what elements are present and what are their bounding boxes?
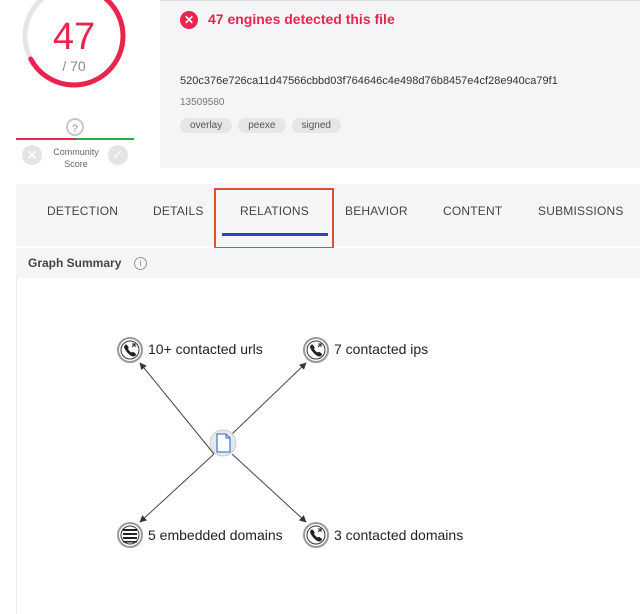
phone-icon[interactable]: [303, 337, 329, 363]
file-icon[interactable]: [209, 429, 237, 457]
phone-icon[interactable]: [117, 337, 143, 363]
node-label-contacted-ips[interactable]: 7 contacted ips: [334, 341, 428, 357]
edge-domains: [231, 453, 307, 523]
edge-urls: [139, 362, 215, 455]
node-label-embedded-domains[interactable]: 5 embedded domains: [148, 527, 283, 543]
edge-embedded: [139, 453, 215, 523]
edge-ips: [231, 362, 307, 435]
relations-graph: [117, 337, 329, 548]
node-label-contacted-domains[interactable]: 3 contacted domains: [334, 527, 463, 543]
node-label-contacted-urls[interactable]: 10+ contacted urls: [148, 341, 263, 357]
phone-icon[interactable]: [303, 522, 329, 548]
list-icon[interactable]: [117, 522, 143, 548]
